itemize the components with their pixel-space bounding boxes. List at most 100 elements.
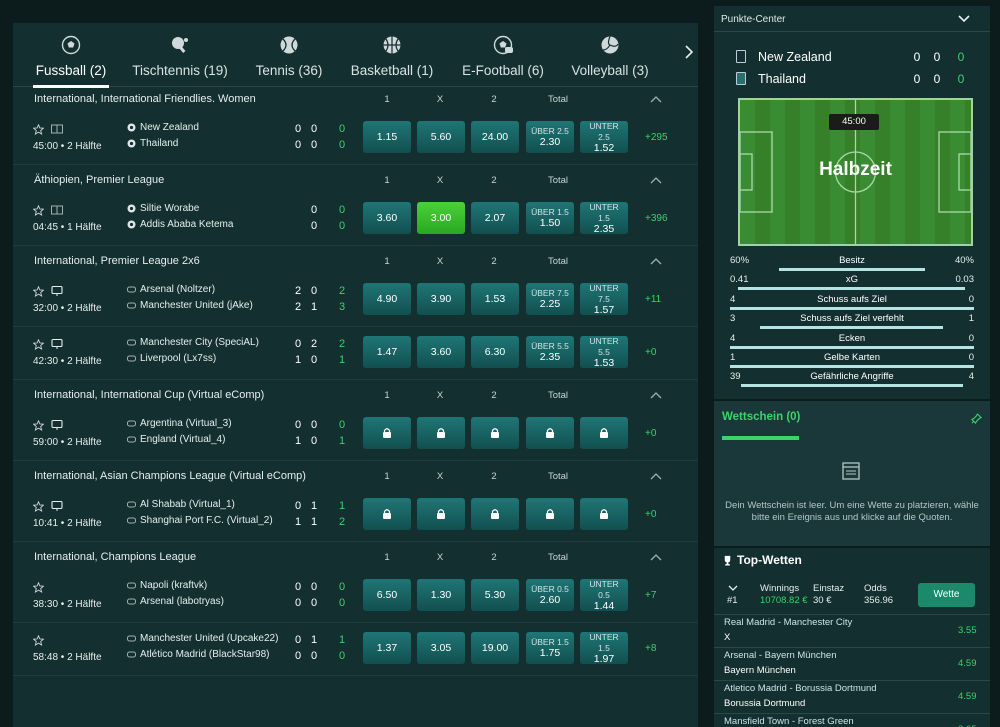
odds-button[interactable]: 5.60 bbox=[417, 121, 465, 153]
match-row[interactable]: 38:30 • 2 Hälfte Napoli (kraftvk) 0 0 0 Arsen… bbox=[13, 570, 698, 623]
match-row[interactable]: 10:41 • 2 Hälfte Al Shabab (Virtual_1) 0 1 1… bbox=[13, 489, 698, 542]
punkte-center-header[interactable]: Punkte-Center bbox=[714, 6, 990, 32]
odds-button[interactable]: 1.30 bbox=[417, 579, 465, 611]
odds-button[interactable] bbox=[471, 498, 519, 530]
under-odds-button[interactable]: UNTER 2.5 1.52 bbox=[580, 121, 628, 153]
pin-icon[interactable] bbox=[971, 413, 982, 424]
more-markets-link[interactable]: +396 bbox=[645, 213, 668, 224]
favorite-star-icon[interactable] bbox=[33, 635, 44, 646]
under-odds-button[interactable]: UNTER 7.5 1.57 bbox=[580, 283, 628, 315]
over-odds-button[interactable]: ÜBER 1.5 1.75 bbox=[526, 632, 574, 664]
odds-button[interactable]: 5.30 bbox=[471, 579, 519, 611]
odds-button[interactable] bbox=[417, 417, 465, 449]
chevron-up-icon[interactable] bbox=[650, 94, 662, 106]
favorite-star-icon[interactable] bbox=[33, 205, 44, 216]
tab-e-football[interactable]: E-Football (6) bbox=[462, 23, 544, 87]
pc-score-total: 0 bbox=[957, 72, 965, 86]
odds-button[interactable]: 3.00 bbox=[417, 202, 465, 234]
under-odds-button[interactable]: UNTER 1.5 1.97 bbox=[580, 632, 628, 664]
over-odds-button[interactable]: ÜBER 2.5 2.30 bbox=[526, 121, 574, 153]
chevron-right-icon[interactable] bbox=[682, 45, 696, 59]
match-row[interactable]: 58:48 • 2 Hälfte Manchester United (Upcak… bbox=[13, 623, 698, 676]
under-odds-button[interactable] bbox=[580, 498, 628, 530]
chevron-up-icon[interactable] bbox=[650, 552, 662, 564]
gamepad-icon bbox=[127, 501, 136, 508]
odds-button[interactable] bbox=[471, 417, 519, 449]
odds-value: 3.60 bbox=[376, 211, 398, 224]
chevron-up-icon[interactable] bbox=[650, 175, 662, 187]
under-odds-button[interactable] bbox=[580, 417, 628, 449]
odds-button[interactable] bbox=[417, 498, 465, 530]
match-row[interactable]: 04:45 • 1 Hälfte Siltie Worabe 0 0 Addis Aba… bbox=[13, 193, 698, 246]
odds-button[interactable]: 4.90 bbox=[363, 283, 411, 315]
stat-row: 4 Ecken 0 bbox=[714, 333, 990, 352]
more-markets-link[interactable]: +0 bbox=[645, 347, 656, 358]
odds-button[interactable]: 3.60 bbox=[363, 202, 411, 234]
stat-bar-left bbox=[738, 287, 965, 290]
match-row[interactable]: 45:00 • 2 Hälfte New Zealand 0 0 0 Thailand 0 0… bbox=[13, 112, 698, 165]
period-score: 0 bbox=[310, 285, 318, 297]
favorite-star-icon[interactable] bbox=[33, 501, 44, 512]
chevron-up-icon[interactable] bbox=[650, 256, 662, 268]
odds-button[interactable]: 1.37 bbox=[363, 632, 411, 664]
top-bet-selection[interactable]: Mansfield Town - Forest Green3.65 bbox=[714, 713, 990, 727]
odds-button[interactable] bbox=[363, 498, 411, 530]
odds-button[interactable]: 6.50 bbox=[363, 579, 411, 611]
over-odds-button[interactable]: ÜBER 7.5 2.25 bbox=[526, 283, 574, 315]
under-odds-button[interactable]: UNTER 5.5 1.53 bbox=[580, 336, 628, 368]
over-odds-button[interactable] bbox=[526, 417, 574, 449]
bet-slip-title[interactable]: Wettschein (0) bbox=[722, 411, 800, 423]
more-markets-link[interactable]: +0 bbox=[645, 428, 656, 439]
odds-button[interactable] bbox=[363, 417, 411, 449]
favorite-star-icon[interactable] bbox=[33, 582, 44, 593]
under-line: 1.5 bbox=[598, 642, 610, 653]
stat-bar-left bbox=[760, 326, 943, 329]
tab-volleyball[interactable]: Volleyball (3) bbox=[571, 23, 649, 87]
odds-button[interactable]: 3.90 bbox=[417, 283, 465, 315]
chevron-down-icon[interactable] bbox=[958, 14, 970, 24]
wette-button[interactable]: Wette bbox=[918, 583, 975, 607]
more-markets-link[interactable]: +11 bbox=[645, 294, 661, 305]
chevron-up-icon[interactable] bbox=[650, 390, 662, 402]
odds-button[interactable]: 19.00 bbox=[471, 632, 519, 664]
more-markets-link[interactable]: +7 bbox=[645, 590, 656, 601]
chevron-down-icon[interactable] bbox=[728, 585, 738, 593]
odds-button[interactable]: 24.00 bbox=[471, 121, 519, 153]
favorite-star-icon[interactable] bbox=[33, 286, 44, 297]
over-odds-button[interactable]: ÜBER 5.5 2.35 bbox=[526, 336, 574, 368]
more-markets-link[interactable]: +8 bbox=[645, 643, 656, 654]
tab-tennis-ball[interactable]: Tennis (36) bbox=[256, 23, 322, 87]
punkte-center-title: Punkte-Center bbox=[721, 14, 786, 25]
odds-button[interactable]: 1.15 bbox=[363, 121, 411, 153]
tab-soccer-ball[interactable]: Fussball (2) bbox=[33, 23, 109, 88]
match-row[interactable]: 42:30 • 2 Hälfte Manchester City (SpeciAL… bbox=[13, 327, 698, 380]
odds-button[interactable]: 1.47 bbox=[363, 336, 411, 368]
under-odds-button[interactable]: UNTER 1.5 2.35 bbox=[580, 202, 628, 234]
match-row[interactable]: 32:00 • 2 Hälfte Arsenal (Noltzer) 2 0 2 Manc… bbox=[13, 274, 698, 327]
top-bet-selection[interactable]: Real Madrid - Manchester City X 3.55 bbox=[714, 614, 990, 647]
odds-button[interactable]: 2.07 bbox=[471, 202, 519, 234]
over-value: 1.75 bbox=[539, 647, 561, 659]
odds-button[interactable]: 1.53 bbox=[471, 283, 519, 315]
over-odds-button[interactable]: ÜBER 1.5 1.50 bbox=[526, 202, 574, 234]
tab-basketball[interactable]: Basketball (1) bbox=[351, 23, 433, 87]
tab-table-tennis[interactable]: Tischtennis (19) bbox=[132, 23, 228, 87]
under-odds-button[interactable]: UNTER 0.5 1.44 bbox=[580, 579, 628, 611]
top-bet-selection[interactable]: Atletico Madrid - Borussia Dortmund Borus… bbox=[714, 680, 990, 713]
match-row[interactable]: 59:00 • 2 Hälfte Argentina (Virtual_3) 0 0 0… bbox=[13, 408, 698, 461]
match-clock: 45:00 bbox=[829, 114, 879, 130]
more-markets-link[interactable]: +0 bbox=[645, 509, 656, 520]
favorite-star-icon[interactable] bbox=[33, 124, 44, 135]
chevron-up-icon[interactable] bbox=[650, 471, 662, 483]
favorite-star-icon[interactable] bbox=[33, 339, 44, 350]
top-bet-selection[interactable]: Arsenal - Bayern München Bayern München 4.… bbox=[714, 647, 990, 680]
top-bet-rank: #1 bbox=[727, 595, 738, 606]
soccer-ball-icon bbox=[61, 35, 81, 55]
odds-button[interactable]: 6.30 bbox=[471, 336, 519, 368]
more-markets-link[interactable]: +295 bbox=[645, 132, 668, 143]
over-odds-button[interactable] bbox=[526, 498, 574, 530]
odds-button[interactable]: 3.60 bbox=[417, 336, 465, 368]
over-odds-button[interactable]: ÜBER 0.5 2.60 bbox=[526, 579, 574, 611]
favorite-star-icon[interactable] bbox=[33, 420, 44, 431]
odds-button[interactable]: 3.05 bbox=[417, 632, 465, 664]
